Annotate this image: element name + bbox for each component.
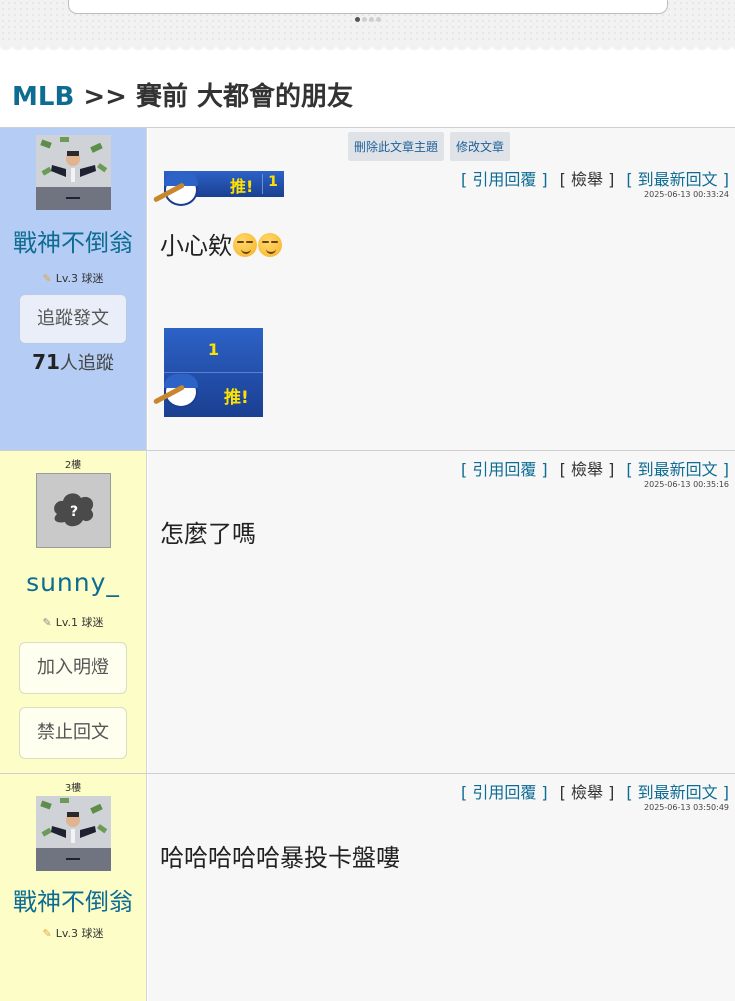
push-count: 1 <box>262 174 283 194</box>
author-name[interactable]: 戰神不倒翁 <box>8 883 138 921</box>
author-level-text: Lv.3 球迷 <box>55 272 104 285</box>
block-reply-button[interactable]: 禁止回文 <box>19 707 127 759</box>
floor-number: 3樓 <box>64 783 82 794</box>
latest-reply-link[interactable]: [ 到最新回文 ] <box>626 456 729 480</box>
followers-count: 71 <box>32 350 60 374</box>
pager-dot-3[interactable] <box>369 17 374 22</box>
pager-dots[interactable] <box>355 17 381 22</box>
report-link[interactable]: [ 檢舉 ] <box>560 166 615 190</box>
pencil-icon: ✎ <box>42 927 52 940</box>
author-level-text: Lv.1 球迷 <box>55 616 104 629</box>
quote-reply-link[interactable]: [ 引用回覆 ] <box>461 779 548 803</box>
quote-reply-link[interactable]: [ 引用回覆 ] <box>461 456 548 480</box>
post-timestamp: 2025-06-13 00:35:16 <box>644 480 729 489</box>
delete-topic-button[interactable]: 刪除此文章主題 <box>348 132 445 161</box>
post-message: 小心欸 <box>160 226 282 261</box>
follow-posts-button[interactable]: 追蹤發文 <box>19 294 127 344</box>
post-message-text: 小心欸 <box>160 232 232 260</box>
avatar[interactable] <box>35 796 111 871</box>
pencil-icon: ✎ <box>42 272 52 285</box>
admin-actions: 刪除此文章主題 修改文章 <box>348 132 511 161</box>
avatar[interactable] <box>35 135 111 210</box>
smirk-emoji-icon <box>233 233 257 257</box>
add-beacon-button[interactable]: 加入明燈 <box>19 642 127 694</box>
post-timestamp: 2025-06-13 03:50:49 <box>644 803 729 812</box>
svg-text:?: ? <box>70 504 78 520</box>
author-level: ✎ Lv.3 球迷 <box>0 270 146 286</box>
banner-edge <box>0 44 735 52</box>
baseball-mascot-icon <box>152 170 200 206</box>
author-panel: 2樓 ? sunny_ ✎ Lv.1 球迷 加入明燈 禁止回文 <box>0 451 147 773</box>
banner-box <box>68 0 668 14</box>
author-panel: 3樓 戰神不倒翁 ✎ Lv.3 球迷 <box>0 774 147 1001</box>
followers: 71人追蹤 <box>0 349 146 375</box>
post-timestamp: 2025-06-13 00:33:24 <box>644 190 729 199</box>
post-content: 刪除此文章主題 修改文章 [ 引用回覆 ] [ 檢舉 ] [ 到最新回文 ] 2… <box>148 128 735 450</box>
followers-label: 人追蹤 <box>59 353 114 374</box>
post-message: 哈哈哈哈哈暴投卡盤嘍 <box>160 844 400 872</box>
post-content: [ 引用回覆 ] [ 檢舉 ] [ 到最新回文 ] 2025-06-13 00:… <box>148 451 735 773</box>
breadcrumb: MLB >> 賽前 大都會的朋友 <box>12 76 354 112</box>
smirk-emoji-icon <box>258 233 282 257</box>
latest-reply-link[interactable]: [ 到最新回文 ] <box>626 166 729 190</box>
post-message: 怎麼了嗎 <box>160 520 256 548</box>
default-avatar-icon[interactable]: ? <box>35 473 111 548</box>
breadcrumb-forum-link[interactable]: MLB <box>12 82 74 112</box>
post-content: [ 引用回覆 ] [ 檢舉 ] [ 到最新回文 ] 2025-06-13 03:… <box>148 774 735 1001</box>
pager-dot-2[interactable] <box>362 17 367 22</box>
post-actions: [ 引用回覆 ] [ 檢舉 ] [ 到最新回文 ] <box>461 456 729 480</box>
author-name[interactable]: sunny_ <box>8 564 138 602</box>
floor-number: 2樓 <box>64 460 82 471</box>
top-banner <box>0 0 735 52</box>
report-link[interactable]: [ 檢舉 ] <box>560 779 615 803</box>
push-box-count: 1 <box>207 340 220 359</box>
pager-dot-1[interactable] <box>355 17 360 22</box>
quote-reply-link[interactable]: [ 引用回覆 ] <box>461 166 548 190</box>
post-2: 2樓 ? sunny_ ✎ Lv.1 球迷 加入明燈 禁止回文 [ 引用回覆 ] … <box>0 450 735 773</box>
latest-reply-link[interactable]: [ 到最新回文 ] <box>626 779 729 803</box>
push-badge[interactable]: 推! 1 <box>152 168 284 206</box>
post-actions: [ 引用回覆 ] [ 檢舉 ] [ 到最新回文 ] <box>461 166 729 190</box>
pencil-icon: ✎ <box>42 616 52 629</box>
push-box-label: 推! <box>224 388 249 408</box>
post-1: 戰神不倒翁 ✎ Lv.3 球迷 追蹤發文 71人追蹤 刪除此文章主題 修改文章 [… <box>0 127 735 450</box>
pager-dot-4[interactable] <box>376 17 381 22</box>
baseball-mascot-icon <box>152 372 200 408</box>
author-level-text: Lv.3 球迷 <box>55 927 104 940</box>
post-3: 3樓 戰神不倒翁 ✎ Lv.3 球迷 [ 引用回覆 ] [ 檢舉 ] [ 到最新回 <box>0 773 735 1001</box>
page-title: 賽前 大都會的朋友 <box>135 82 354 112</box>
edit-post-button[interactable]: 修改文章 <box>450 132 511 161</box>
author-name[interactable]: 戰神不倒翁 <box>8 224 138 262</box>
author-panel: 戰神不倒翁 ✎ Lv.3 球迷 追蹤發文 71人追蹤 <box>0 128 147 450</box>
push-label: 推! <box>230 177 254 196</box>
author-level: ✎ Lv.3 球迷 <box>0 925 146 941</box>
author-level: ✎ Lv.1 球迷 <box>0 614 146 630</box>
push-button[interactable]: 1 推! <box>152 328 263 417</box>
report-link[interactable]: [ 檢舉 ] <box>560 456 615 480</box>
post-actions: [ 引用回覆 ] [ 檢舉 ] [ 到最新回文 ] <box>461 779 729 803</box>
breadcrumb-separator: >> <box>83 82 127 112</box>
